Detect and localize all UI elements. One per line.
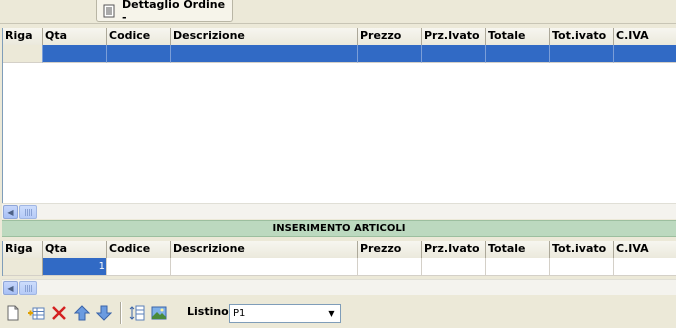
cell-riga[interactable] [3, 258, 43, 276]
col-header-c-iva[interactable]: C.IVA [614, 28, 676, 45]
cell-totale[interactable] [486, 258, 550, 276]
col-header-qta[interactable]: Qta [43, 28, 107, 45]
col-header-prz-ivato[interactable]: Prz.Ivato [422, 28, 486, 45]
move-up-button[interactable] [72, 303, 92, 323]
scroll-thumb[interactable] [19, 281, 37, 295]
listino-value: P1 [233, 308, 246, 319]
col-header-c-iva[interactable]: C.IVA [614, 241, 676, 258]
add-row-button[interactable] [26, 303, 46, 323]
table-row[interactable] [3, 45, 676, 63]
col-header-totale[interactable]: Totale [486, 28, 550, 45]
insert-line-icon [129, 305, 145, 321]
bottom-toolbar: Listino P1 ▼ [0, 300, 676, 328]
move-up-icon [74, 305, 90, 321]
cell-c-iva[interactable] [614, 45, 676, 63]
cell-tot-ivato[interactable] [550, 258, 614, 276]
cell-prz-ivato[interactable] [422, 45, 486, 63]
delete-icon [52, 306, 66, 320]
col-header-qta[interactable]: Qta [43, 241, 107, 258]
cell-qta[interactable]: 1 [43, 258, 107, 276]
col-header-tot-ivato[interactable]: Tot.ivato [550, 28, 614, 45]
cell-qta[interactable] [43, 45, 107, 63]
grip-icon [25, 285, 33, 292]
chevron-left-icon: ◀ [7, 283, 14, 293]
order-grid-header: Riga Qta Codice Descrizione Prezzo Prz.I… [3, 28, 676, 45]
cell-prezzo[interactable] [358, 258, 422, 276]
listino-select[interactable]: P1 ▼ [229, 304, 341, 323]
cell-descrizione[interactable] [171, 258, 358, 276]
scroll-left-button[interactable]: ◀ [3, 281, 18, 295]
insert-line-button[interactable] [127, 303, 147, 323]
chevron-left-icon: ◀ [7, 207, 14, 217]
entry-grid-header: Riga Qta Codice Descrizione Prezzo Prz.I… [3, 241, 676, 258]
move-down-icon [96, 305, 112, 321]
cell-c-iva[interactable] [614, 258, 676, 276]
delete-button[interactable] [49, 303, 69, 323]
cell-prz-ivato[interactable] [422, 258, 486, 276]
cell-riga[interactable] [3, 45, 43, 63]
col-header-descrizione[interactable]: Descrizione [171, 241, 358, 258]
listino-label: Listino [187, 305, 229, 318]
col-header-codice[interactable]: Codice [107, 28, 171, 45]
grip-icon [25, 209, 33, 216]
cell-tot-ivato[interactable] [550, 45, 614, 63]
scroll-thumb[interactable] [19, 205, 37, 219]
section-title-inserimento: INSERIMENTO ARTICOLI [2, 220, 676, 237]
table-row[interactable]: 1 [3, 258, 676, 276]
entry-grid-hscrollbar[interactable]: ◀ [2, 279, 676, 295]
col-header-prz-ivato[interactable]: Prz.Ivato [422, 241, 486, 258]
tab-dettaglio-ordine[interactable]: Dettaglio Ordine - [96, 0, 233, 24]
col-header-riga[interactable]: Riga [3, 241, 43, 258]
new-document-button[interactable] [3, 303, 23, 323]
col-header-totale[interactable]: Totale [486, 241, 550, 258]
order-grid-hscrollbar[interactable]: ◀ [2, 203, 676, 219]
chevron-down-icon[interactable]: ▼ [324, 306, 339, 321]
tab-title: Dettaglio Ordine - [122, 0, 226, 24]
cell-codice[interactable] [107, 45, 171, 63]
cell-descrizione[interactable] [171, 45, 358, 63]
new-document-icon [7, 305, 19, 321]
toolbar-separator [120, 302, 121, 324]
move-down-button[interactable] [94, 303, 114, 323]
col-header-prezzo[interactable]: Prezzo [358, 241, 422, 258]
entry-grid[interactable]: Riga Qta Codice Descrizione Prezzo Prz.I… [2, 241, 676, 276]
cell-codice[interactable] [107, 258, 171, 276]
col-header-descrizione[interactable]: Descrizione [171, 28, 358, 45]
image-button[interactable] [149, 303, 169, 323]
col-header-codice[interactable]: Codice [107, 241, 171, 258]
document-icon [103, 4, 115, 18]
add-row-icon [28, 307, 45, 320]
col-header-riga[interactable]: Riga [3, 28, 43, 45]
scroll-left-button[interactable]: ◀ [3, 205, 18, 219]
image-icon [151, 306, 167, 320]
order-grid[interactable]: Riga Qta Codice Descrizione Prezzo Prz.I… [2, 28, 676, 203]
cell-prezzo[interactable] [358, 45, 422, 63]
col-header-tot-ivato[interactable]: Tot.ivato [550, 241, 614, 258]
cell-totale[interactable] [486, 45, 550, 63]
col-header-prezzo[interactable]: Prezzo [358, 28, 422, 45]
